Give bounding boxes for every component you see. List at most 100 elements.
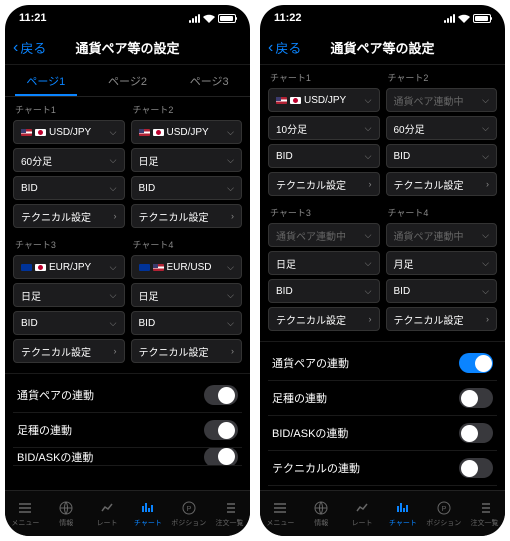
tabbar-orders[interactable]: 注文一覧 [464, 491, 505, 536]
chevron-right-icon: › [369, 314, 372, 324]
tabbar-rate[interactable]: レート [342, 491, 383, 536]
bidask-selector[interactable]: BID⌵ [131, 311, 243, 335]
toggle-switch[interactable] [204, 448, 238, 466]
flag-us-icon [139, 129, 150, 136]
chart-block-4: チャート4 EUR/USD ⌵ 日足⌵ BID⌵ テクニカル設定› [131, 238, 243, 367]
toggle-switch[interactable] [459, 353, 493, 373]
chevron-down-icon: ⌵ [227, 318, 234, 329]
chart-label: チャート4 [131, 238, 243, 251]
toggle-switch[interactable] [204, 385, 238, 405]
chevron-down-icon: ⌵ [365, 95, 372, 106]
technical-button[interactable]: テクニカル設定› [268, 307, 380, 331]
timeframe-selector[interactable]: 60分足⌵ [386, 116, 498, 140]
chevron-left-icon: ‹ [268, 40, 273, 56]
chevron-down-icon: ⌵ [110, 127, 117, 138]
toggle-pair-link: 通貨ペアの連動 [268, 346, 497, 381]
status-time: 11:21 [19, 12, 47, 24]
page-title: 通貨ペア等の設定 [75, 38, 179, 57]
technical-button[interactable]: テクニカル設定› [386, 172, 498, 196]
tabbar-orders[interactable]: 注文一覧 [209, 491, 250, 536]
toggle-switch[interactable] [459, 458, 493, 478]
toggle-switch[interactable] [459, 423, 493, 443]
bidask-selector[interactable]: BID⌵ [13, 311, 125, 335]
chevron-left-icon: ‹ [13, 40, 18, 56]
page-tabs: ページ1 ページ2 ページ3 [5, 65, 250, 97]
wifi-icon [203, 14, 215, 23]
tabbar-chart[interactable]: チャート [127, 491, 168, 536]
bidask-selector[interactable]: BID⌵ [131, 176, 243, 200]
list-icon [221, 500, 239, 516]
chevron-right-icon: › [231, 211, 234, 221]
timeframe-selector[interactable]: 日足⌵ [131, 148, 243, 172]
chevron-down-icon: ⌵ [110, 183, 117, 194]
chevron-down-icon: ⌵ [110, 290, 117, 301]
technical-button[interactable]: テクニカル設定› [13, 339, 125, 363]
chevron-down-icon: ⌵ [227, 127, 234, 138]
status-bar: 11:21 [5, 5, 250, 31]
chart-label: チャート2 [386, 71, 498, 84]
tabbar-rate[interactable]: レート [87, 491, 128, 536]
chart-label: チャート1 [13, 103, 125, 116]
flag-eu-icon [21, 264, 32, 271]
chart-icon [394, 500, 412, 516]
pair-selector[interactable]: EUR/USD ⌵ [131, 255, 243, 279]
timeframe-selector[interactable]: 60分足⌵ [13, 148, 125, 172]
technical-button[interactable]: テクニカル設定› [268, 172, 380, 196]
tabbar-menu[interactable]: メニュー [260, 491, 301, 536]
chevron-down-icon: ⌵ [110, 155, 117, 166]
chart-label: チャート2 [131, 103, 243, 116]
pair-selector[interactable]: 通貨ペア連動中⌵ [386, 223, 498, 247]
chevron-down-icon: ⌵ [482, 151, 489, 162]
tab-page1[interactable]: ページ1 [5, 65, 87, 96]
bidask-selector[interactable]: BID⌵ [268, 144, 380, 168]
chevron-right-icon: › [486, 314, 489, 324]
phone-screen-2: 11:22 ‹ 戻る 通貨ペア等の設定 チャート1 USD/JPY [260, 5, 505, 536]
technical-button[interactable]: テクニカル設定› [386, 307, 498, 331]
tabbar-info[interactable]: 情報 [46, 491, 87, 536]
globe-icon [312, 500, 330, 516]
bidask-selector[interactable]: BID⌵ [386, 279, 498, 303]
tabbar-chart[interactable]: チャート [382, 491, 423, 536]
technical-button[interactable]: テクニカル設定› [131, 204, 243, 228]
chart-block-1: チャート1 USD/JPY ⌵ 60分足⌵ BID⌵ テクニカル設定› [13, 103, 125, 232]
chevron-right-icon: › [486, 179, 489, 189]
pair-selector[interactable]: USD/JPY ⌵ [131, 120, 243, 144]
rate-icon [353, 500, 371, 516]
technical-button[interactable]: テクニカル設定› [13, 204, 125, 228]
signal-icon [189, 14, 200, 23]
pair-selector[interactable]: 通貨ペア連動中⌵ [386, 88, 498, 112]
toggle-switch[interactable] [459, 388, 493, 408]
chart-icon [139, 500, 157, 516]
tabbar-position[interactable]: Pポジション [423, 491, 464, 536]
tabbar-position[interactable]: Pポジション [168, 491, 209, 536]
timeframe-selector[interactable]: 10分足⌵ [268, 116, 380, 140]
back-button[interactable]: ‹ 戻る [13, 38, 46, 57]
chevron-down-icon: ⌵ [365, 286, 372, 297]
timeframe-selector[interactable]: 日足⌵ [268, 251, 380, 275]
toggle-switch[interactable] [204, 420, 238, 440]
chevron-right-icon: › [114, 211, 117, 221]
pair-selector[interactable]: EUR/JPY ⌵ [13, 255, 125, 279]
back-button[interactable]: ‹ 戻る [268, 38, 301, 57]
pair-selector[interactable]: USD/JPY ⌵ [13, 120, 125, 144]
chart-block-4: チャート4 通貨ペア連動中⌵ 月足⌵ BID⌵ テクニカル設定› [386, 206, 498, 335]
chevron-down-icon: ⌵ [482, 230, 489, 241]
timeframe-selector[interactable]: 月足⌵ [386, 251, 498, 275]
pair-selector[interactable]: 通貨ペア連動中⌵ [268, 223, 380, 247]
tabbar-info[interactable]: 情報 [301, 491, 342, 536]
timeframe-selector[interactable]: 日足⌵ [131, 283, 243, 307]
pair-selector[interactable]: USD/JPY ⌵ [268, 88, 380, 112]
svg-text:P: P [186, 506, 191, 513]
tabbar-menu[interactable]: メニュー [5, 491, 46, 536]
technical-button[interactable]: テクニカル設定› [131, 339, 243, 363]
bidask-selector[interactable]: BID⌵ [268, 279, 380, 303]
tab-page3[interactable]: ページ3 [168, 65, 250, 96]
rate-icon [98, 500, 116, 516]
chevron-down-icon: ⌵ [482, 258, 489, 269]
nav-header: ‹ 戻る 通貨ペア等の設定 [5, 31, 250, 65]
bidask-selector[interactable]: BID⌵ [13, 176, 125, 200]
tab-page2[interactable]: ページ2 [87, 65, 169, 96]
bidask-selector[interactable]: BID⌵ [386, 144, 498, 168]
globe-icon [57, 500, 75, 516]
timeframe-selector[interactable]: 日足⌵ [13, 283, 125, 307]
